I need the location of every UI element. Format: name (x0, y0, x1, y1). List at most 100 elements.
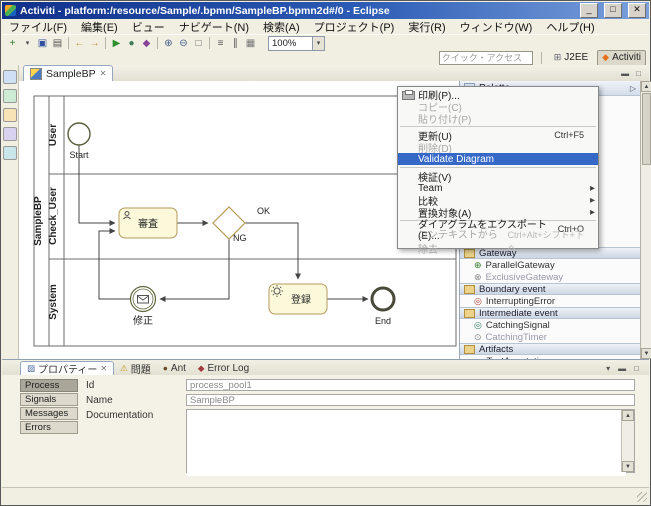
fast-view-icon-3[interactable] (3, 108, 17, 122)
zoom-combo[interactable]: 100% ▾ (268, 36, 325, 51)
id-label: Id (86, 380, 94, 391)
review-task-node[interactable]: 審査 (119, 208, 177, 238)
start-event-node[interactable]: Start (68, 123, 90, 160)
zoom-dropdown-icon[interactable]: ▾ (312, 37, 324, 50)
palette-scrollbar[interactable]: ▲ ▼ (640, 81, 651, 359)
properties-panel: ▨ プロパティー ✕ ⚠ 問題 ● Ant ◆ Error Log ▾ ▬ □ (2, 359, 649, 490)
align-left-icon[interactable]: ≡ (213, 36, 228, 50)
menu-help[interactable]: ヘルプ(H) (539, 19, 601, 34)
print-icon[interactable]: ▤ (50, 36, 65, 50)
align-center-icon[interactable]: ∥ (228, 36, 243, 50)
menu-item-paste: 貼り付け(P) (398, 112, 598, 124)
perspective-j2ee[interactable]: ⊞ J2EE (550, 51, 592, 65)
editor-tab-samplebp[interactable]: SampleBP ✕ (23, 65, 113, 81)
close-button[interactable]: ✕ (628, 3, 646, 18)
save-icon[interactable]: ▣ (35, 36, 50, 50)
side-tab-errors[interactable]: Errors (20, 421, 78, 434)
editor-maximize-icon[interactable]: □ (634, 68, 643, 79)
zoom-out-icon[interactable]: ⊖ (176, 36, 191, 50)
palette-item-label: TextAnnotation (487, 356, 550, 360)
submenu-arrow-icon: ▶ (590, 196, 595, 204)
documentation-field[interactable] (187, 410, 626, 476)
name-field[interactable] (186, 394, 635, 406)
panel-minimize-icon[interactable]: ▬ (616, 363, 628, 374)
id-field[interactable] (186, 379, 635, 391)
fix-message-event-node[interactable]: 修正 (131, 287, 156, 328)
scroll-down-icon[interactable]: ▼ (641, 348, 651, 359)
tab-close-icon[interactable]: ✕ (100, 364, 107, 373)
external-tools-icon[interactable]: ◆ (139, 36, 154, 50)
properties-body: Process Signals Messages Errors Id Name (2, 375, 649, 490)
tab-label: Error Log (207, 363, 249, 374)
lane-label-system: System (48, 284, 59, 320)
fast-view-icon-4[interactable] (3, 127, 17, 141)
palette-collapse-icon[interactable]: ▷ (630, 84, 636, 93)
panel-maximize-icon[interactable]: □ (632, 363, 641, 374)
tab-close-icon[interactable]: ✕ (100, 69, 107, 78)
zoom-in-icon[interactable]: ⊕ (161, 36, 176, 50)
tab-label: プロパティー (38, 361, 97, 376)
properties-toolbar: ▾ ▬ □ (604, 363, 641, 374)
fit-page-icon[interactable]: □ (191, 36, 206, 50)
tab-error-log[interactable]: ◆ Error Log (192, 361, 255, 376)
new-dropdown-icon[interactable]: ▾ (20, 36, 35, 50)
palette-section-artifacts[interactable]: Artifacts (460, 343, 640, 355)
redo-icon[interactable]: → (87, 36, 102, 50)
end-event-node[interactable]: End (372, 288, 394, 326)
side-tab-messages[interactable]: Messages (20, 407, 78, 420)
register-task-node[interactable]: 登録 (269, 284, 327, 314)
documentation-scrollbar[interactable]: ▲ ▼ (621, 410, 634, 472)
run-icon[interactable]: ▶ (109, 36, 124, 50)
activiti-app-icon (5, 5, 16, 16)
menu-project[interactable]: プロジェクト(P) (307, 19, 402, 34)
palette-item-textannotation[interactable]: ▭ TextAnnotation (460, 355, 640, 359)
menu-item-verify[interactable]: 検証(V) (398, 170, 598, 182)
fast-view-icon-5[interactable] (3, 146, 17, 160)
scroll-down-icon[interactable]: ▼ (622, 461, 634, 472)
minimize-button[interactable]: _ (580, 3, 598, 18)
tab-problems[interactable]: ⚠ 問題 (114, 361, 157, 376)
menu-run[interactable]: 実行(R) (401, 19, 452, 34)
scrollbar-thumb[interactable] (642, 93, 651, 165)
side-tab-process[interactable]: Process (20, 379, 78, 392)
resize-grip[interactable] (637, 492, 647, 502)
palette-item-catchingsignal[interactable]: ◎ CatchingSignal (460, 319, 640, 331)
maximize-button[interactable]: □ (604, 3, 622, 18)
fast-view-icon-2[interactable] (3, 89, 17, 103)
menu-window[interactable]: ウィンドウ(W) (453, 19, 540, 34)
properties-view-icon: ▨ (27, 364, 35, 373)
menu-file[interactable]: ファイル(F) (2, 19, 74, 34)
palette-item-interruptingerror[interactable]: ◎ InterruptingError (460, 295, 640, 307)
new-wizard-icon[interactable]: + (5, 36, 20, 50)
side-tab-signals[interactable]: Signals (20, 393, 78, 406)
properties-side-tabs: Process Signals Messages Errors (20, 379, 78, 435)
palette-item-exclusivegateway[interactable]: ⊗ ExclusiveGateway (460, 271, 640, 283)
zoom-value: 100% (272, 38, 296, 49)
grid-icon[interactable]: ▦ (243, 36, 258, 50)
tab-ant[interactable]: ● Ant (157, 361, 192, 376)
palette-item-parallelgateway[interactable]: ⊕ ParallelGateway (460, 259, 640, 271)
menu-view[interactable]: ビュー (125, 19, 172, 34)
tab-properties[interactable]: ▨ プロパティー ✕ (20, 361, 114, 376)
view-menu-icon[interactable]: ▾ (604, 363, 612, 374)
debug-icon[interactable]: ● (124, 36, 139, 50)
fast-view-icon-1[interactable] (3, 70, 17, 84)
menu-navigate[interactable]: ナビゲート(N) (172, 19, 256, 34)
perspective-label: Activiti (612, 52, 641, 63)
palette-item-catchingtimer[interactable]: ⊙ CatchingTimer (460, 331, 640, 343)
quick-access-input[interactable] (439, 51, 533, 65)
menu-item-validate-diagram[interactable]: Validate Diagram (398, 153, 598, 165)
perspective-activiti[interactable]: ◆ Activiti (597, 50, 646, 66)
palette-item-label: ParallelGateway (486, 260, 555, 271)
pool-samplebp[interactable]: SampleBP User Check_User System (33, 96, 456, 346)
menu-search[interactable]: 検索(A) (256, 19, 307, 34)
palette-section-boundary-event[interactable]: Boundary event (460, 283, 640, 295)
palette-section-intermediate-event[interactable]: Intermediate event (460, 307, 640, 319)
undo-icon[interactable]: ← (72, 36, 87, 50)
tab-label: 問題 (131, 361, 151, 376)
scroll-up-icon[interactable]: ▲ (622, 410, 634, 421)
editor-minimize-icon[interactable]: ▬ (619, 68, 631, 79)
scroll-up-icon[interactable]: ▲ (641, 81, 651, 92)
menu-edit[interactable]: 編集(E) (74, 19, 125, 34)
process-properties-form: Id Name Documentation ▲ ▼ (86, 379, 635, 484)
